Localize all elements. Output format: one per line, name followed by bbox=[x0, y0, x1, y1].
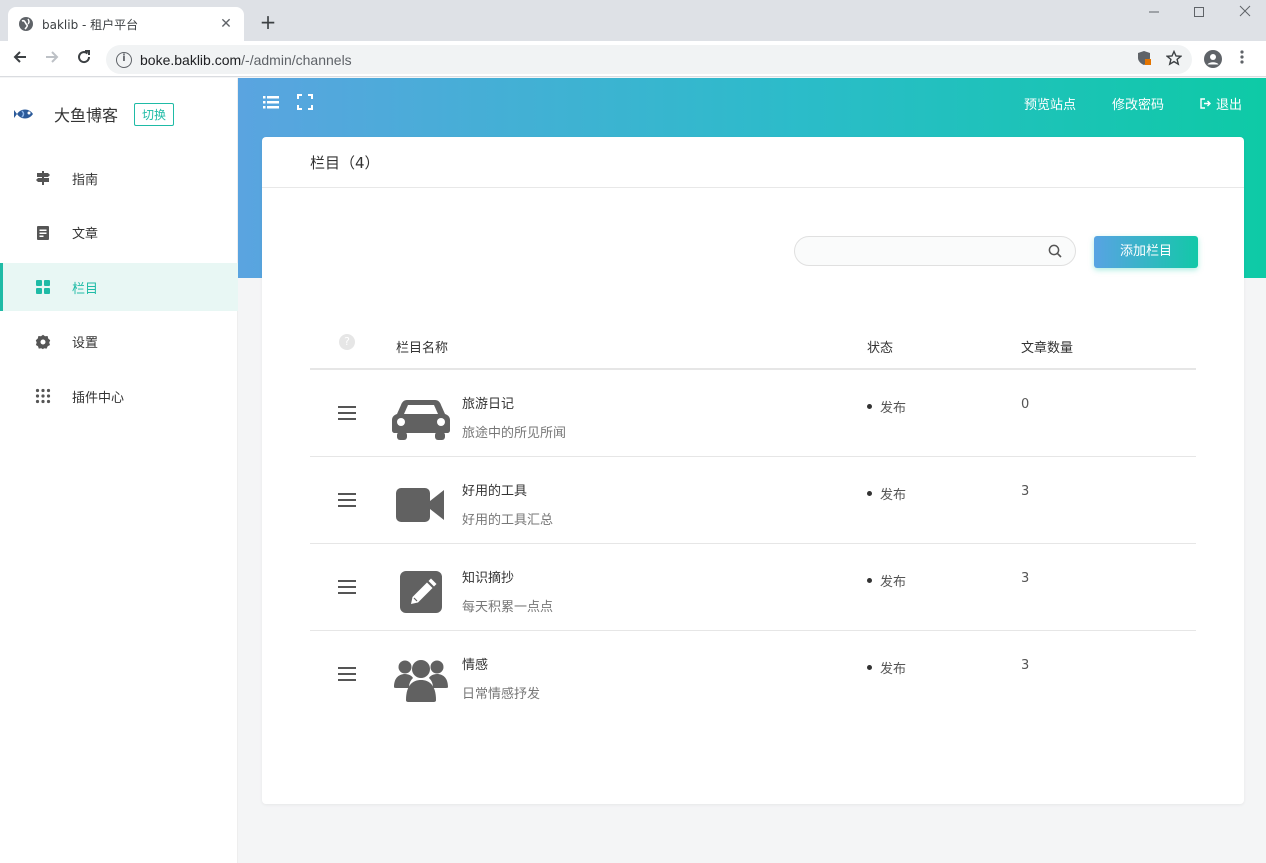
channels-table-body: 旅游日记 旅途中的所见所闻 发布 0 好用的工具 好用的工具汇总 发布 3 知识… bbox=[310, 370, 1196, 718]
table-row[interactable]: 知识摘抄 每天积累一点点 发布 3 bbox=[310, 544, 1196, 631]
status-badge: 发布 bbox=[867, 484, 906, 503]
back-icon[interactable] bbox=[8, 48, 32, 70]
channel-description: 好用的工具汇总 bbox=[462, 513, 554, 528]
drag-handle-icon[interactable] bbox=[338, 580, 356, 594]
site-name: 大鱼博客 bbox=[54, 106, 119, 125]
url-text: boke.baklib.com/-/admin/channels bbox=[140, 52, 352, 68]
menu-list-icon[interactable] bbox=[263, 94, 281, 112]
grid-icon bbox=[34, 278, 52, 296]
sidebar-menu: 指南 文章 栏目 设置 插件中心 bbox=[0, 154, 238, 427]
shield-icon[interactable] bbox=[1136, 50, 1152, 66]
status-dot bbox=[867, 491, 872, 496]
drag-handle-icon[interactable] bbox=[338, 493, 356, 507]
column-header-name: 栏目名称 bbox=[396, 341, 449, 356]
top-nav: 预览站点 修改密码 退出 bbox=[238, 78, 1266, 128]
car-icon bbox=[392, 400, 450, 440]
sidebar: 大鱼博客 切换 指南 文章 栏目 设置 插件中心 bbox=[0, 78, 238, 863]
table-row[interactable]: 好用的工具 好用的工具汇总 发布 3 bbox=[310, 457, 1196, 544]
table-row[interactable]: 旅游日记 旅途中的所见所闻 发布 0 bbox=[310, 370, 1196, 457]
table-row[interactable]: 情感 日常情感抒发 发布 3 bbox=[310, 631, 1196, 718]
logout-icon bbox=[1200, 98, 1211, 109]
drag-handle-icon[interactable] bbox=[338, 406, 356, 420]
browser-toolbar: i boke.baklib.com/-/admin/channels bbox=[0, 41, 1266, 77]
users-icon bbox=[394, 660, 448, 702]
sidebar-item-articles[interactable]: 文章 bbox=[0, 209, 238, 257]
column-header-status: 状态 bbox=[867, 341, 894, 356]
page-title: 栏目（4） bbox=[262, 137, 1244, 188]
change-password-link[interactable]: 修改密码 bbox=[1112, 94, 1164, 113]
sidebar-item-label: 设置 bbox=[72, 336, 99, 351]
sidebar-item-guide[interactable]: 指南 bbox=[0, 154, 238, 202]
maximize-icon[interactable] bbox=[1179, 4, 1219, 24]
sidebar-item-channels[interactable]: 栏目 bbox=[0, 263, 238, 311]
article-count: 0 bbox=[1021, 397, 1030, 412]
url-path: /-/admin/channels bbox=[241, 51, 352, 68]
site-info-icon[interactable]: i bbox=[116, 51, 132, 68]
pencil-square-icon bbox=[400, 571, 442, 613]
dots-grid-icon bbox=[34, 387, 52, 405]
globe-icon bbox=[19, 17, 33, 31]
article-count: 3 bbox=[1021, 571, 1030, 586]
search-icon[interactable] bbox=[1048, 244, 1062, 258]
table-header: ? 栏目名称 状态 文章数量 bbox=[310, 328, 1196, 370]
address-bar[interactable]: i boke.baklib.com/-/admin/channels bbox=[106, 45, 1192, 74]
signpost-icon bbox=[34, 169, 52, 187]
video-camera-icon bbox=[396, 488, 444, 522]
sidebar-item-label: 指南 bbox=[72, 172, 99, 188]
brand: 大鱼博客 切换 bbox=[14, 102, 175, 126]
channel-name[interactable]: 好用的工具 bbox=[462, 480, 527, 499]
sidebar-item-label: 插件中心 bbox=[72, 390, 125, 406]
status-badge: 发布 bbox=[867, 571, 906, 590]
status-dot bbox=[867, 665, 872, 670]
forward-icon[interactable] bbox=[40, 48, 64, 70]
channel-name[interactable]: 知识摘抄 bbox=[462, 567, 514, 586]
status-text: 发布 bbox=[880, 488, 907, 503]
article-count: 3 bbox=[1021, 658, 1030, 673]
status-dot bbox=[867, 404, 872, 409]
fullscreen-icon[interactable] bbox=[297, 94, 315, 112]
fish-logo-icon bbox=[14, 109, 33, 119]
reload-icon[interactable] bbox=[72, 48, 96, 70]
preview-site-link[interactable]: 预览站点 bbox=[1024, 94, 1076, 113]
status-text: 发布 bbox=[880, 401, 907, 416]
logout-label: 退出 bbox=[1216, 98, 1243, 113]
status-text: 发布 bbox=[880, 662, 907, 677]
profile-avatar-icon[interactable] bbox=[1204, 50, 1222, 68]
sidebar-item-settings[interactable]: 设置 bbox=[0, 318, 238, 366]
search-input[interactable] bbox=[794, 236, 1076, 266]
status-dot bbox=[867, 578, 872, 583]
switch-site-button[interactable]: 切换 bbox=[134, 102, 175, 126]
channel-description: 日常情感抒发 bbox=[462, 687, 541, 702]
browser-tab[interactable]: baklib - 租户平台 ✕ bbox=[8, 7, 244, 41]
help-icon[interactable]: ? bbox=[339, 334, 355, 350]
tab-title: baklib - 租户平台 bbox=[42, 17, 139, 32]
channel-description: 旅途中的所见所闻 bbox=[462, 426, 567, 441]
minimize-icon[interactable] bbox=[1134, 4, 1174, 24]
status-badge: 发布 bbox=[867, 397, 906, 416]
channels-card: 栏目（4） 添加栏目 ? 栏目名称 状态 文章数量 旅游日记 旅途中的所见所闻 … bbox=[262, 137, 1244, 804]
logout-link[interactable]: 退出 bbox=[1200, 94, 1242, 113]
gear-icon bbox=[34, 333, 52, 351]
window-close-icon[interactable] bbox=[1225, 4, 1265, 24]
column-header-count: 文章数量 bbox=[1021, 341, 1074, 356]
browser-menu-icon[interactable] bbox=[1240, 49, 1244, 70]
channel-name[interactable]: 情感 bbox=[462, 654, 488, 673]
sidebar-item-label: 文章 bbox=[72, 227, 99, 242]
close-tab-icon[interactable]: ✕ bbox=[218, 16, 234, 32]
sidebar-item-label: 栏目 bbox=[72, 281, 99, 297]
sidebar-item-plugins[interactable]: 插件中心 bbox=[0, 372, 238, 420]
status-text: 发布 bbox=[880, 575, 907, 590]
drag-handle-icon[interactable] bbox=[338, 667, 356, 681]
browser-tab-bar: baklib - 租户平台 ✕ + bbox=[0, 0, 1266, 41]
new-tab-button[interactable]: + bbox=[256, 10, 280, 34]
article-count: 3 bbox=[1021, 484, 1030, 499]
channel-description: 每天积累一点点 bbox=[462, 600, 554, 615]
add-channel-button[interactable]: 添加栏目 bbox=[1094, 236, 1198, 268]
star-icon[interactable] bbox=[1166, 50, 1182, 66]
status-badge: 发布 bbox=[867, 658, 906, 677]
document-icon bbox=[34, 224, 52, 242]
url-host: boke.baklib.com bbox=[140, 51, 242, 68]
channel-name[interactable]: 旅游日记 bbox=[462, 393, 514, 412]
